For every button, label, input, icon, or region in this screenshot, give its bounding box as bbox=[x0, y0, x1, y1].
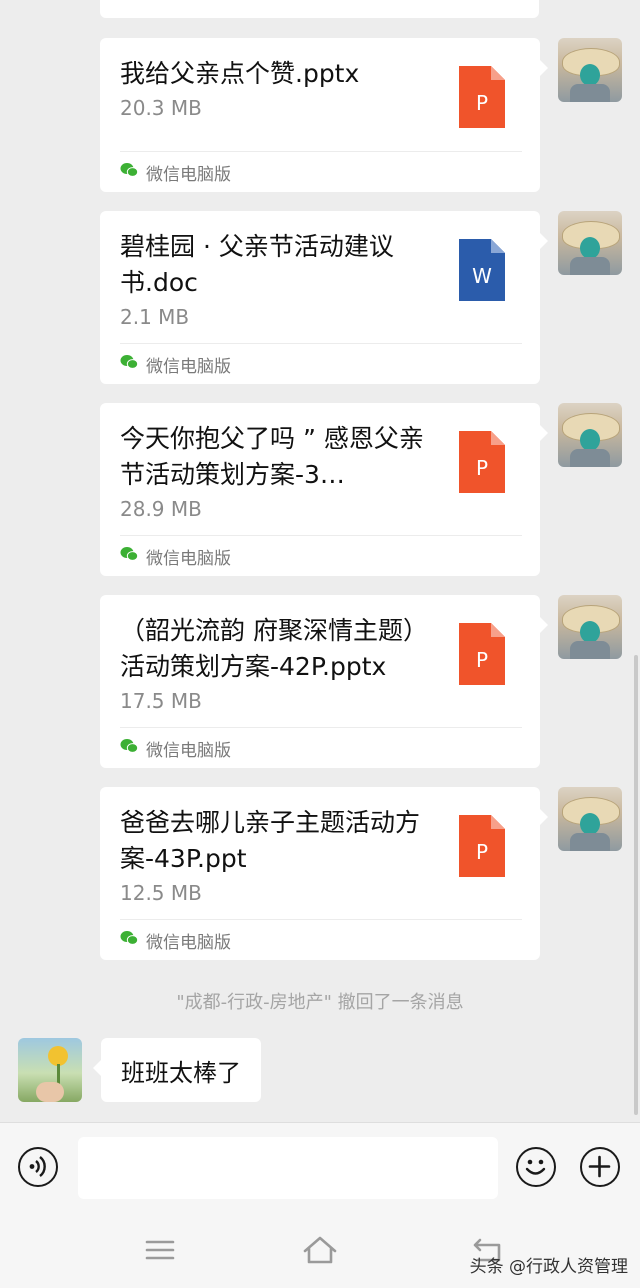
wechat-icon bbox=[120, 931, 138, 945]
file-size: 28.9 MB bbox=[120, 497, 202, 521]
emoji-icon bbox=[525, 1159, 546, 1175]
source-label: 微信电脑版 bbox=[146, 741, 231, 761]
recall-notice: "成都-行政-房地产" 撤回了一条消息 bbox=[176, 992, 464, 1013]
word-file-icon: W bbox=[459, 239, 505, 301]
self-avatar[interactable] bbox=[558, 595, 622, 659]
card-footer: 微信电脑版 bbox=[120, 535, 522, 576]
file-message: （韶光流韵 府聚深情主题）活动策划方案-42P.pptx 17.5 MB P 微… bbox=[0, 595, 640, 768]
incoming-message-bubble[interactable]: 班班太棒了 bbox=[93, 1038, 261, 1102]
source-label: 微信电脑版 bbox=[146, 933, 231, 953]
wechat-icon bbox=[120, 163, 138, 177]
card-footer: 微信电脑版 bbox=[120, 919, 522, 960]
card-footer: 微信电脑版 bbox=[120, 151, 522, 192]
file-message: 我给父亲点个赞.pptx 20.3 MB P 微信电脑版 bbox=[0, 38, 640, 192]
wechat-icon bbox=[120, 355, 138, 369]
ppt-file-icon: P bbox=[459, 815, 505, 877]
source-label: 微信电脑版 bbox=[146, 549, 231, 569]
svg-text:P: P bbox=[476, 840, 488, 864]
file-card[interactable]: 爸爸去哪儿亲子主题活动方案-43P.ppt 12.5 MB P 微信电脑版 bbox=[100, 787, 548, 960]
watermark: 头条 @行政人资管理 bbox=[469, 1257, 628, 1277]
svg-text:P: P bbox=[476, 456, 488, 480]
svg-text:W: W bbox=[472, 264, 492, 288]
source-label: 微信电脑版 bbox=[146, 165, 231, 185]
file-card[interactable]: 碧桂园 · 父亲节活动建议书.doc 2.1 MB W 微信电脑版 bbox=[100, 211, 548, 384]
file-card[interactable]: 今天你抱父了吗 ” 感恩父亲节活动策划方案-3… 28.9 MB P 微信电脑版 bbox=[100, 403, 548, 576]
voice-icon bbox=[29, 1156, 46, 1177]
voice-button[interactable] bbox=[18, 1147, 58, 1187]
file-size: 20.3 MB bbox=[120, 96, 202, 120]
file-size: 12.5 MB bbox=[120, 881, 202, 905]
ppt-file-icon: P bbox=[459, 66, 505, 128]
plus-icon bbox=[588, 1155, 611, 1178]
file-size: 17.5 MB bbox=[120, 689, 202, 713]
file-name: 碧桂园 · 父亲节活动建议书.doc bbox=[120, 232, 394, 297]
self-avatar[interactable] bbox=[558, 403, 622, 467]
card-footer: 微信电脑版 bbox=[120, 343, 522, 384]
previous-message-card[interactable] bbox=[100, 0, 539, 18]
svg-text:P: P bbox=[476, 91, 488, 115]
file-name: （韶光流韵 府聚深情主题）活动策划方案-42P.pptx bbox=[120, 616, 416, 681]
file-name: 爸爸去哪儿亲子主题活动方案-43P.ppt bbox=[120, 808, 421, 873]
message-input[interactable] bbox=[78, 1137, 498, 1199]
file-message: 爸爸去哪儿亲子主题活动方案-43P.ppt 12.5 MB P 微信电脑版 bbox=[0, 787, 640, 960]
chat-area[interactable]: 我给父亲点个赞.pptx 20.3 MB P 微信电脑版 碧桂园 · 父亲节活动… bbox=[0, 0, 640, 1122]
menu-icon[interactable] bbox=[142, 1234, 178, 1266]
file-size: 2.1 MB bbox=[120, 305, 190, 329]
contact-avatar[interactable] bbox=[18, 1038, 82, 1102]
svg-text:P: P bbox=[476, 648, 488, 672]
card-footer: 微信电脑版 bbox=[120, 727, 522, 768]
self-avatar[interactable] bbox=[558, 211, 622, 275]
file-card[interactable]: （韶光流韵 府聚深情主题）活动策划方案-42P.pptx 17.5 MB P 微… bbox=[100, 595, 548, 768]
system-nav-bar: 头条 @行政人资管理 bbox=[0, 1212, 640, 1288]
wechat-icon bbox=[120, 547, 138, 561]
file-message: 今天你抱父了吗 ” 感恩父亲节活动策划方案-3… 28.9 MB P 微信电脑版 bbox=[0, 403, 640, 576]
file-name: 今天你抱父了吗 ” 感恩父亲节活动策划方案-3… bbox=[120, 424, 424, 489]
ppt-file-icon: P bbox=[459, 431, 505, 493]
scrollbar[interactable] bbox=[634, 655, 638, 1115]
self-avatar[interactable] bbox=[558, 787, 622, 851]
self-avatar[interactable] bbox=[558, 38, 622, 102]
ppt-file-icon: P bbox=[459, 623, 505, 685]
emoji-button[interactable] bbox=[516, 1147, 556, 1187]
source-label: 微信电脑版 bbox=[146, 357, 231, 377]
home-icon[interactable] bbox=[302, 1234, 338, 1266]
input-bar bbox=[0, 1122, 640, 1213]
wechat-icon bbox=[120, 739, 138, 753]
file-message: 碧桂园 · 父亲节活动建议书.doc 2.1 MB W 微信电脑版 bbox=[0, 211, 640, 384]
file-card[interactable]: 我给父亲点个赞.pptx 20.3 MB P 微信电脑版 bbox=[100, 38, 548, 192]
file-name: 我给父亲点个赞.pptx bbox=[120, 59, 360, 88]
more-button[interactable] bbox=[580, 1147, 620, 1187]
